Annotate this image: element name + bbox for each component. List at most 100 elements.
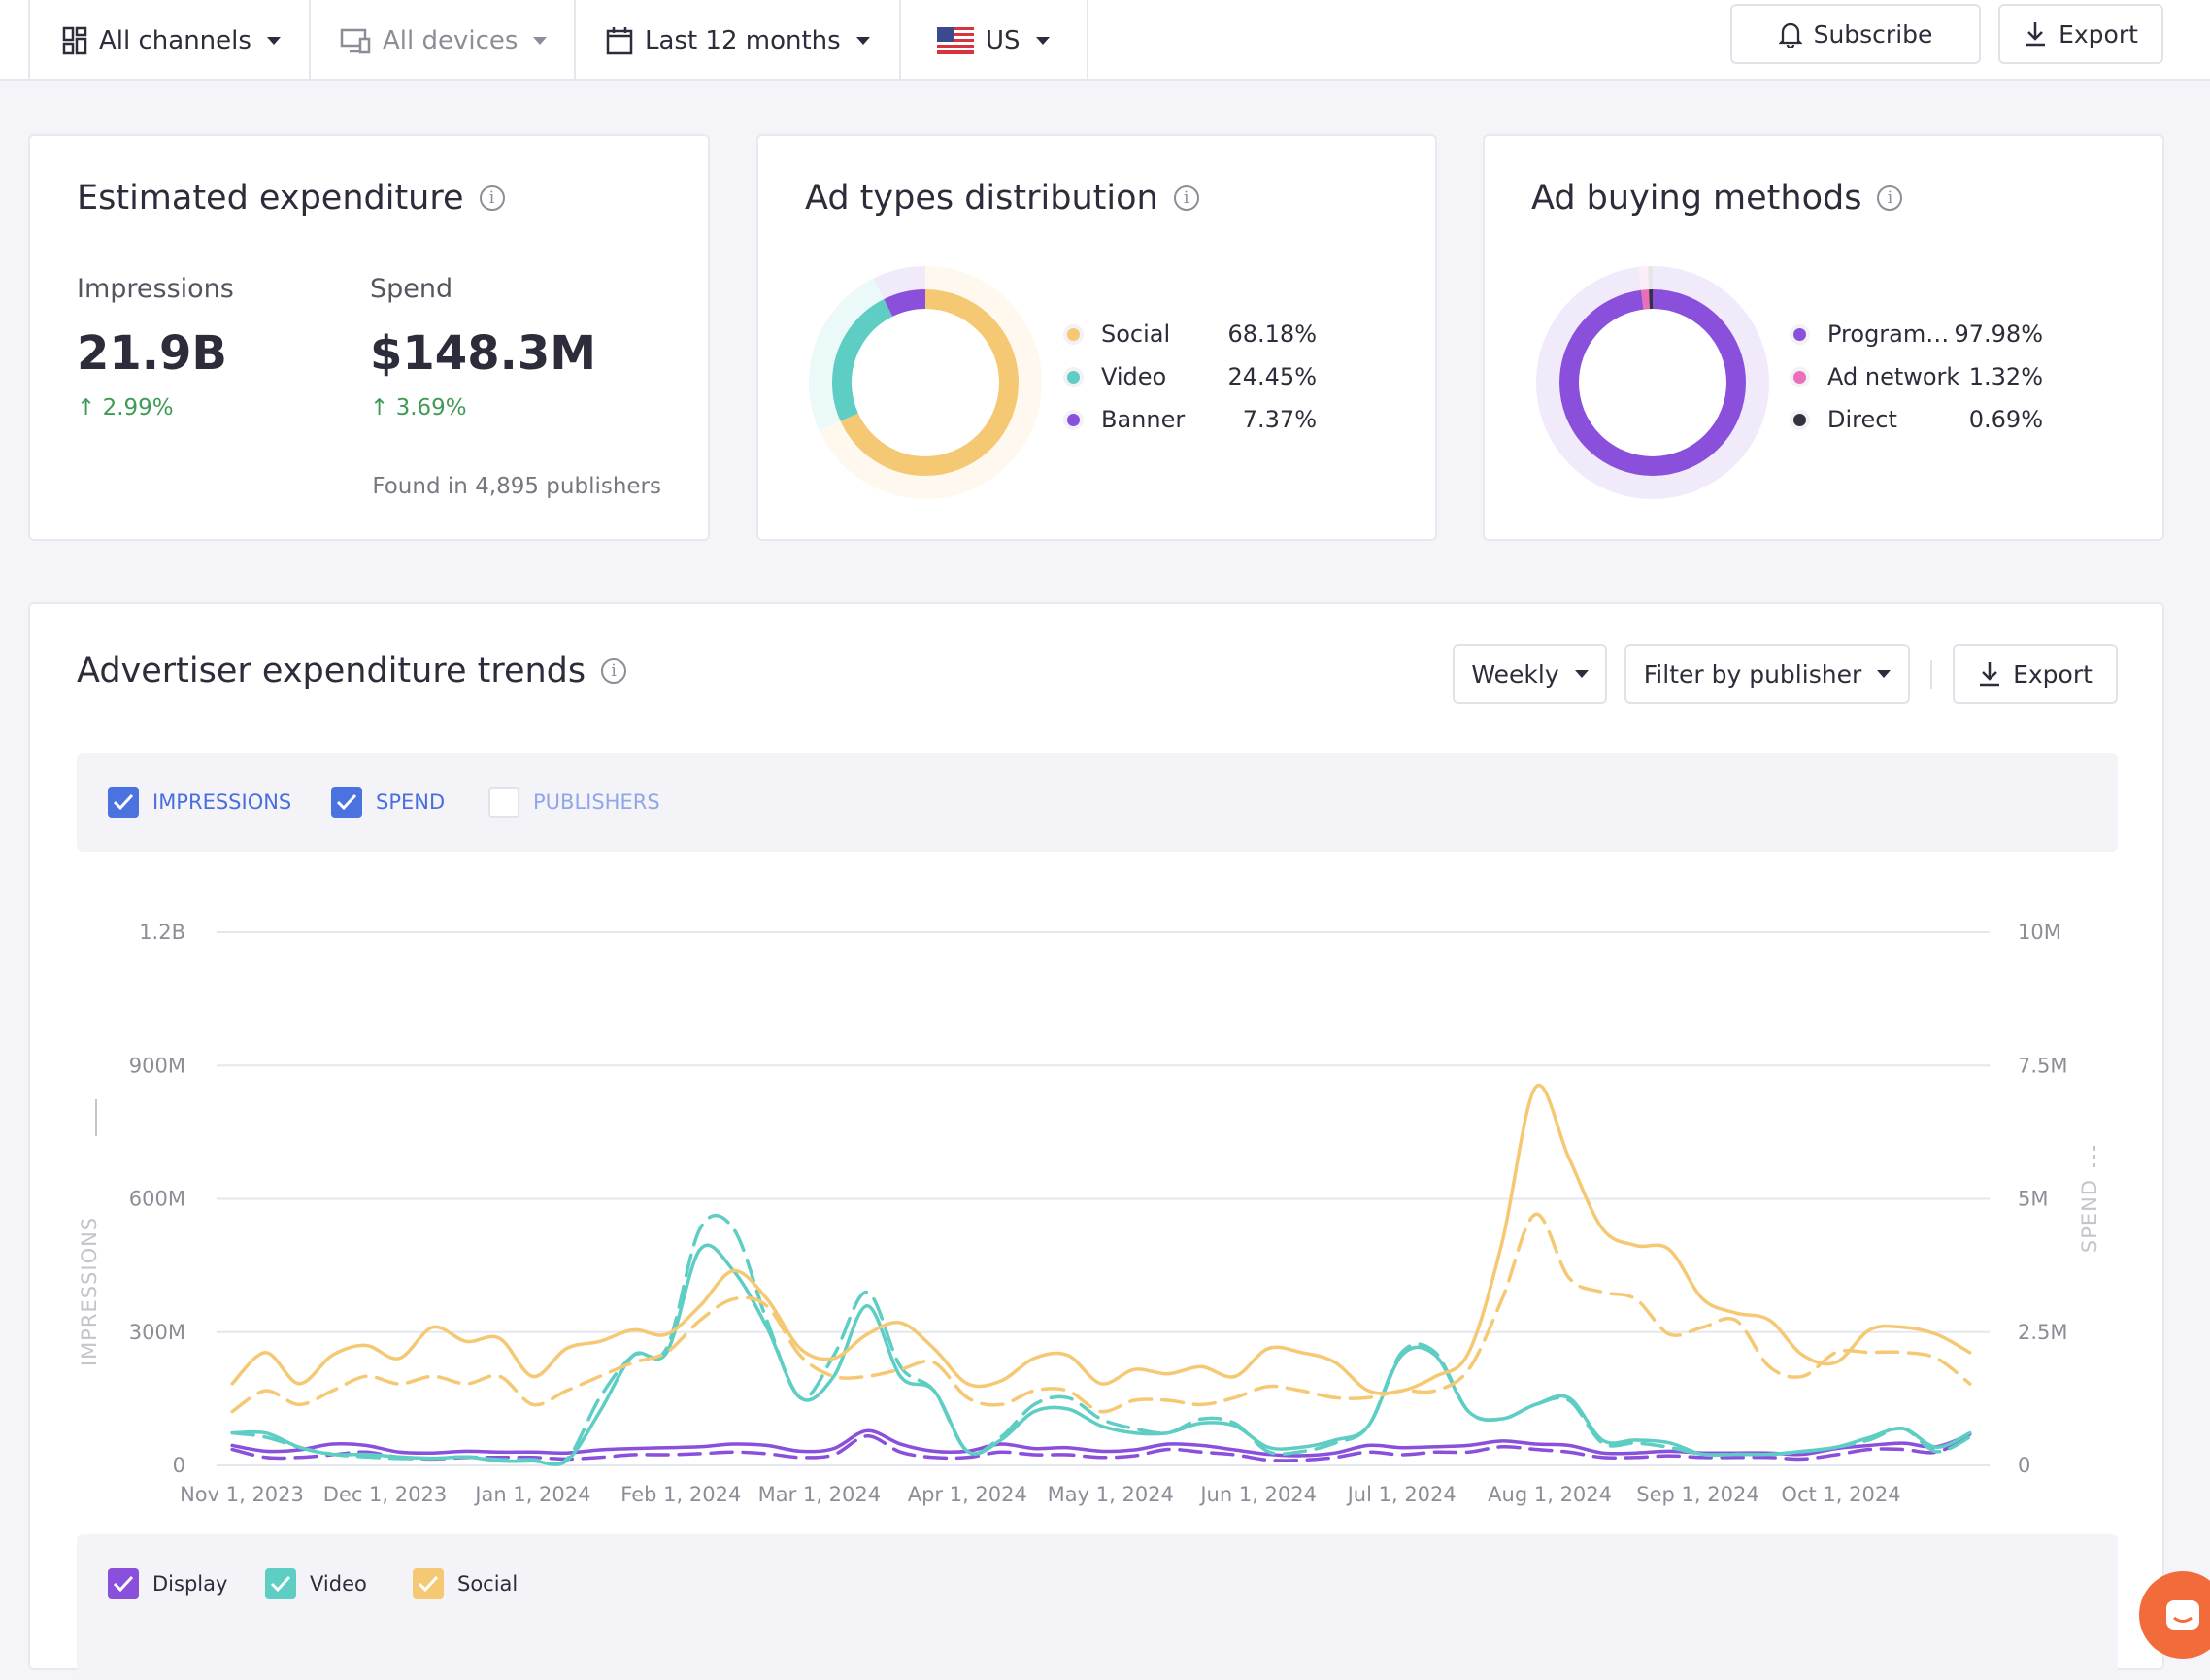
card-title-text: Ad types distribution	[805, 179, 1158, 218]
grid-icon	[62, 26, 87, 54]
series-label: Video	[310, 1572, 367, 1596]
donut-outer-segment[interactable]	[1536, 266, 1769, 499]
y2-tick-label: 2.5M	[2018, 1321, 2068, 1344]
checkbox-checked-icon	[108, 1568, 139, 1599]
x-tick-label: Dec 1, 2023	[323, 1483, 447, 1506]
legend-dot-icon	[1067, 327, 1080, 341]
legend-dot-icon	[1793, 327, 1806, 341]
card-title: Ad buying methods i	[1531, 179, 1903, 218]
series-label: Display	[152, 1572, 228, 1596]
series-legend-bar: Display Video Social	[77, 1534, 2118, 1680]
card-title: Ad types distribution i	[805, 179, 1199, 218]
chat-icon	[2166, 1600, 2199, 1630]
info-icon[interactable]: i	[1877, 185, 1903, 211]
checkbox-checked-icon	[413, 1568, 444, 1599]
us-flag-icon	[937, 26, 974, 54]
caret-down-icon	[1035, 36, 1050, 45]
legend-label: Direct	[1827, 406, 1897, 433]
series-line-display-spend[interactable]	[230, 1434, 1972, 1462]
divider	[1087, 0, 1088, 81]
divider	[574, 0, 576, 81]
x-tick-label: Aug 1, 2024	[1488, 1483, 1612, 1506]
estimated-expenditure-card: Estimated expenditure i Impressions 21.9B…	[28, 134, 710, 541]
arrow-up-icon: ↑	[370, 395, 396, 420]
devices-filter[interactable]: All devices	[340, 0, 548, 81]
legend-percent: 24.45%	[1227, 363, 1317, 390]
spend-change-value: 3.69%	[395, 395, 467, 420]
legend-dot-icon	[1067, 413, 1080, 426]
card-title-text: Ad buying methods	[1531, 179, 1862, 218]
series-line-video-impressions[interactable]	[230, 1243, 1972, 1466]
y2-axis-label: SPEND	[2078, 1179, 2101, 1253]
x-tick-label: May 1, 2024	[1048, 1483, 1174, 1506]
series-toggle-social[interactable]: Social	[413, 1568, 518, 1599]
publishers-count: Found in 4,895 publishers	[372, 474, 661, 499]
donut-segment[interactable]	[1559, 289, 1746, 476]
date-range-filter[interactable]: Last 12 months	[606, 0, 870, 81]
top-filter-bar: All channels All devices Last 12 months …	[0, 0, 2210, 81]
country-label: US	[986, 25, 1021, 55]
x-tick-label: Feb 1, 2024	[620, 1483, 741, 1506]
y-tick-label: 1.2B	[139, 921, 185, 944]
download-icon	[2026, 22, 2046, 47]
legend-dot-icon	[1793, 413, 1806, 426]
impressions-change-value: 2.99%	[102, 395, 174, 420]
export-label: Export	[2059, 19, 2138, 49]
x-tick-label: Oct 1, 2024	[1781, 1483, 1900, 1506]
series-toggle-video[interactable]: Video	[265, 1568, 367, 1599]
ad-buying-donut	[1536, 266, 1769, 499]
devices-icon	[340, 28, 371, 53]
series-line-display-impressions[interactable]	[230, 1428, 1972, 1458]
divider	[309, 0, 311, 81]
divider	[899, 0, 901, 81]
legend-label: Social	[1101, 320, 1171, 348]
subscribe-button[interactable]: Subscribe	[1730, 4, 1981, 64]
info-icon[interactable]: i	[479, 185, 505, 211]
caret-down-icon	[855, 36, 870, 45]
bell-icon	[1778, 22, 1802, 48]
calendar-icon	[606, 26, 633, 54]
arrow-up-icon: ↑	[77, 395, 103, 420]
ad-buying-card: Ad buying methods i Program… 97.98% Ad netw…	[1483, 134, 2164, 541]
legend-percent: 1.32%	[1968, 363, 2043, 390]
x-tick-label: Apr 1, 2024	[908, 1483, 1027, 1506]
info-icon[interactable]: i	[1173, 185, 1199, 211]
series-label: Social	[457, 1572, 519, 1596]
card-title: Estimated expenditure i	[77, 179, 505, 218]
y2-tick-label: 0	[2018, 1454, 2030, 1477]
spend-value: $148.3M	[370, 326, 596, 381]
legend-percent: 68.18%	[1227, 320, 1317, 348]
series-toggle-display[interactable]: Display	[108, 1568, 227, 1599]
x-tick-label: Mar 1, 2024	[758, 1483, 881, 1506]
legend-item: Direct	[1793, 406, 1897, 433]
caret-down-icon	[266, 36, 281, 45]
ad-types-donut	[809, 266, 1042, 499]
y-tick-label: 300M	[129, 1321, 185, 1344]
legend-item: Banner	[1067, 406, 1185, 433]
impressions-change: ↑ 2.99%	[77, 395, 174, 420]
x-tick-label: Jul 1, 2024	[1346, 1483, 1457, 1506]
export-button[interactable]: Export	[1998, 4, 2163, 64]
subscribe-label: Subscribe	[1813, 19, 1933, 49]
checkbox-checked-icon	[265, 1568, 296, 1599]
impressions-label: Impressions	[77, 274, 234, 304]
devices-filter-label: All devices	[383, 25, 519, 55]
y-tick-label: 600M	[129, 1188, 185, 1211]
date-range-label: Last 12 months	[645, 25, 841, 55]
legend-dot-icon	[1793, 370, 1806, 384]
legend-percent: 0.69%	[1968, 406, 2043, 433]
legend-dot-icon	[1067, 370, 1080, 384]
ad-types-card: Ad types distribution i Social 68.18% Video…	[756, 134, 1437, 541]
legend-percent: 97.98%	[1954, 320, 2043, 348]
country-filter[interactable]: US	[937, 0, 1050, 81]
series-line-social-impressions[interactable]	[230, 1083, 1972, 1395]
y-tick-label: 900M	[129, 1054, 185, 1077]
y2-tick-label: 5M	[2018, 1188, 2048, 1211]
trends-line-chart: 0 0 300M 2.5M 600M 5M 900M 7.5M 1.2B 10M Nov 1, 20…	[78, 921, 2101, 1506]
x-tick-label: Jun 1, 2024	[1198, 1483, 1317, 1506]
channels-filter-label: All channels	[99, 25, 251, 55]
y2-tick-label: 7.5M	[2018, 1054, 2068, 1077]
expenditure-trends-card: Advertiser expenditure trends i Weekly Fi…	[28, 602, 2164, 1680]
x-tick-label: Jan 1, 2024	[473, 1483, 590, 1506]
channels-filter[interactable]: All channels	[62, 0, 281, 81]
